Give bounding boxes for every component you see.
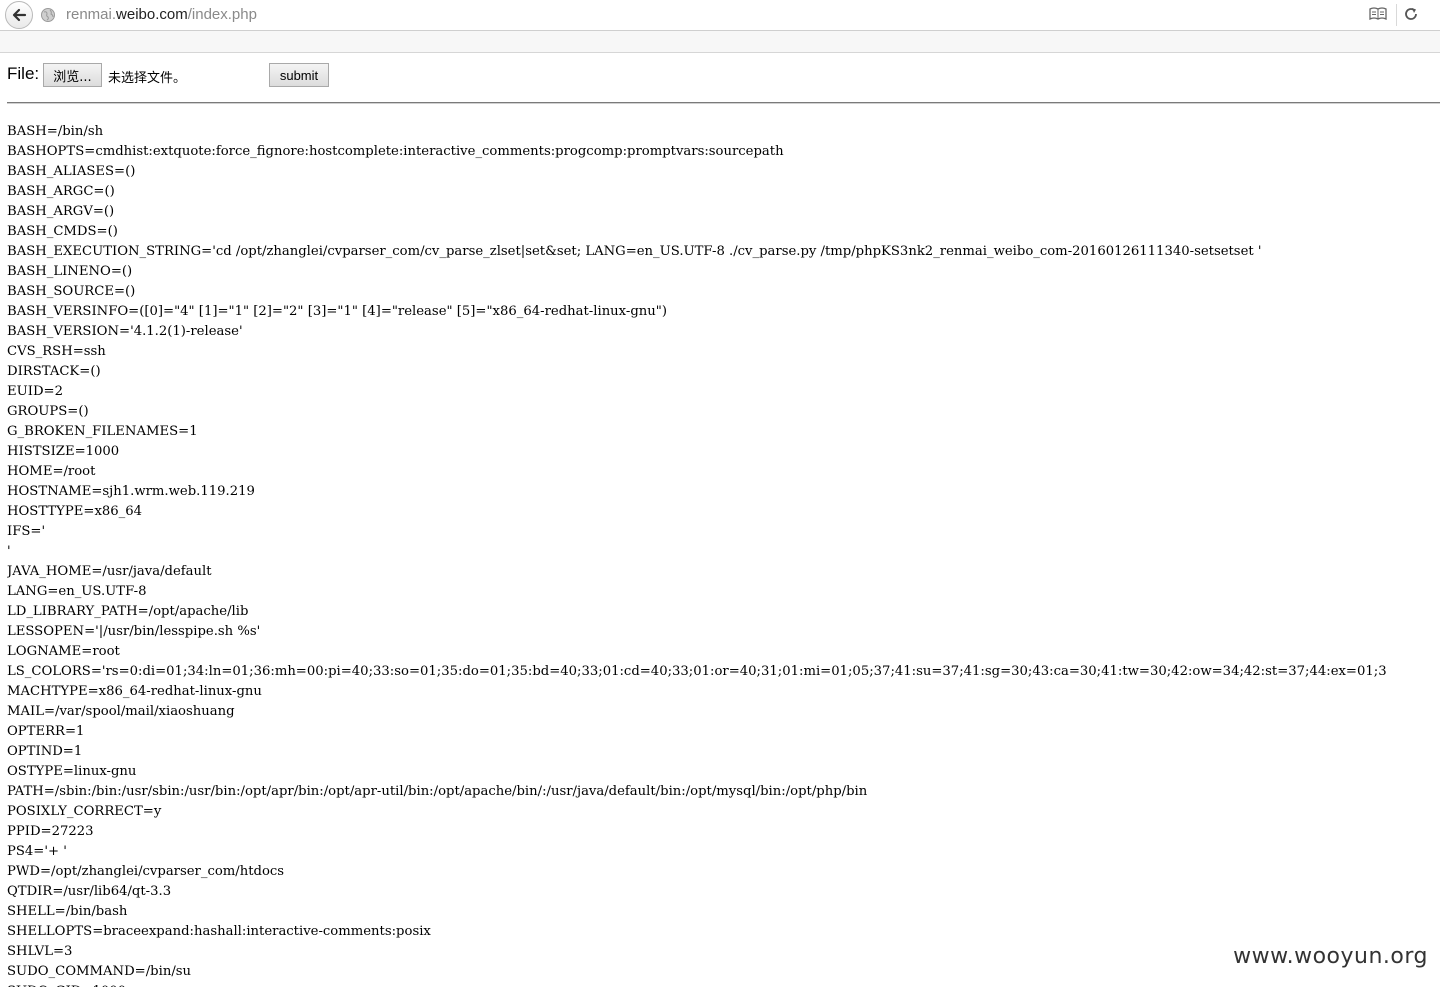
env-line: IFS=' [7, 524, 46, 539]
url-prefix: renmai. [66, 6, 117, 23]
env-line: LANG=en_US.UTF-8 [7, 584, 147, 599]
env-line: ' [7, 544, 11, 559]
file-label: File: [7, 64, 40, 83]
env-line: PPID=27223 [7, 824, 94, 839]
submit-button[interactable]: submit [269, 63, 329, 87]
env-line: SUDO_COMMAND=/bin/su [7, 964, 192, 979]
browse-button[interactable]: 浏览... [43, 63, 102, 87]
env-line: SUDO_GID=1000 [7, 982, 1440, 987]
env-line: BASH_LINENO=() [7, 264, 133, 279]
env-line: OSTYPE=linux-gnu [7, 764, 137, 779]
env-line: BASH_ARGC=() [7, 184, 115, 199]
env-line: JAVA_HOME=/usr/java/default [7, 564, 212, 579]
env-line: BASH_VERSION='4.1.2(1)-release' [7, 324, 243, 339]
back-button[interactable] [5, 1, 33, 29]
env-line: HISTSIZE=1000 [7, 444, 120, 459]
url-text[interactable]: renmai.weibo.com/index.php [66, 6, 257, 23]
url-path: /index.php [187, 6, 257, 23]
env-line: OPTERR=1 [7, 724, 85, 739]
env-line: LS_COLORS='rs=0:di=01;34:ln=01;36:mh=00:… [7, 664, 1387, 679]
env-line: HOME=/root [7, 464, 96, 479]
env-line: G_BROKEN_FILENAMES=1 [7, 424, 198, 439]
divider [7, 102, 1440, 104]
env-line: BASH_ARGV=() [7, 204, 115, 219]
reload-icon[interactable] [1403, 6, 1419, 22]
env-line: LESSOPEN='|/usr/bin/lesspipe.sh %s' [7, 624, 261, 639]
env-line: HOSTNAME=sjh1.wrm.web.119.219 [7, 484, 255, 499]
env-line: CVS_RSH=ssh [7, 344, 106, 359]
back-arrow-icon [12, 8, 27, 22]
watermark: www.wooyun.org [1231, 944, 1430, 969]
environment-output: BASH=/bin/sh BASHOPTS=cmdhist:extquote:fo… [7, 122, 1440, 987]
env-line: SHELL=/bin/bash [7, 904, 128, 919]
env-line: GROUPS=() [7, 404, 89, 419]
env-line: BASH=/bin/sh [7, 124, 104, 139]
url-divider [1396, 4, 1397, 26]
env-line: MACHTYPE=x86_64-redhat-linux-gnu [7, 684, 262, 699]
env-line: BASH_EXECUTION_STRING='cd /opt/zhanglei/… [7, 244, 1262, 259]
env-line: BASHOPTS=cmdhist:extquote:force_fignore:… [7, 144, 784, 159]
upload-form: File: 浏览... 未选择文件。 submit [7, 62, 607, 88]
env-line: BASH_ALIASES=() [7, 164, 136, 179]
env-line: BASH_VERSINFO=([0]="4" [1]="1" [2]="2" [… [7, 304, 667, 319]
address-bar[interactable]: renmai.weibo.com/index.php [0, 0, 1440, 31]
env-line: BASH_SOURCE=() [7, 284, 136, 299]
env-line: HOSTTYPE=x86_64 [7, 504, 143, 519]
reader-view-icon[interactable] [1368, 6, 1388, 22]
url-host: weibo.com [116, 6, 188, 23]
env-line: PATH=/sbin:/bin:/usr/sbin:/usr/bin:/opt/… [7, 784, 868, 799]
env-line: LD_LIBRARY_PATH=/opt/apache/lib [7, 604, 249, 619]
env-line: PWD=/opt/zhanglei/cvparser_com/htdocs [7, 864, 285, 879]
env-line: DIRSTACK=() [7, 364, 101, 379]
env-line: EUID=2 [7, 384, 63, 399]
env-line: LOGNAME=root [7, 644, 120, 659]
no-file-selected-text: 未选择文件。 [108, 71, 187, 86]
env-line: POSIXLY_CORRECT=y [7, 804, 162, 819]
env-line: MAIL=/var/spool/mail/xiaoshuang [7, 704, 235, 719]
env-line: BASH_CMDS=() [7, 224, 118, 239]
browser-toolbar: renmai.weibo.com/index.php [0, 0, 1440, 53]
env-line: SHELLOPTS=braceexpand:hashall:interactiv… [7, 924, 431, 939]
env-line: QTDIR=/usr/lib64/qt-3.3 [7, 884, 172, 899]
globe-icon[interactable] [40, 7, 56, 23]
env-line: OPTIND=1 [7, 744, 83, 759]
env-line: PS4='+ ' [7, 844, 67, 859]
env-line: SHLVL=3 [7, 944, 73, 959]
